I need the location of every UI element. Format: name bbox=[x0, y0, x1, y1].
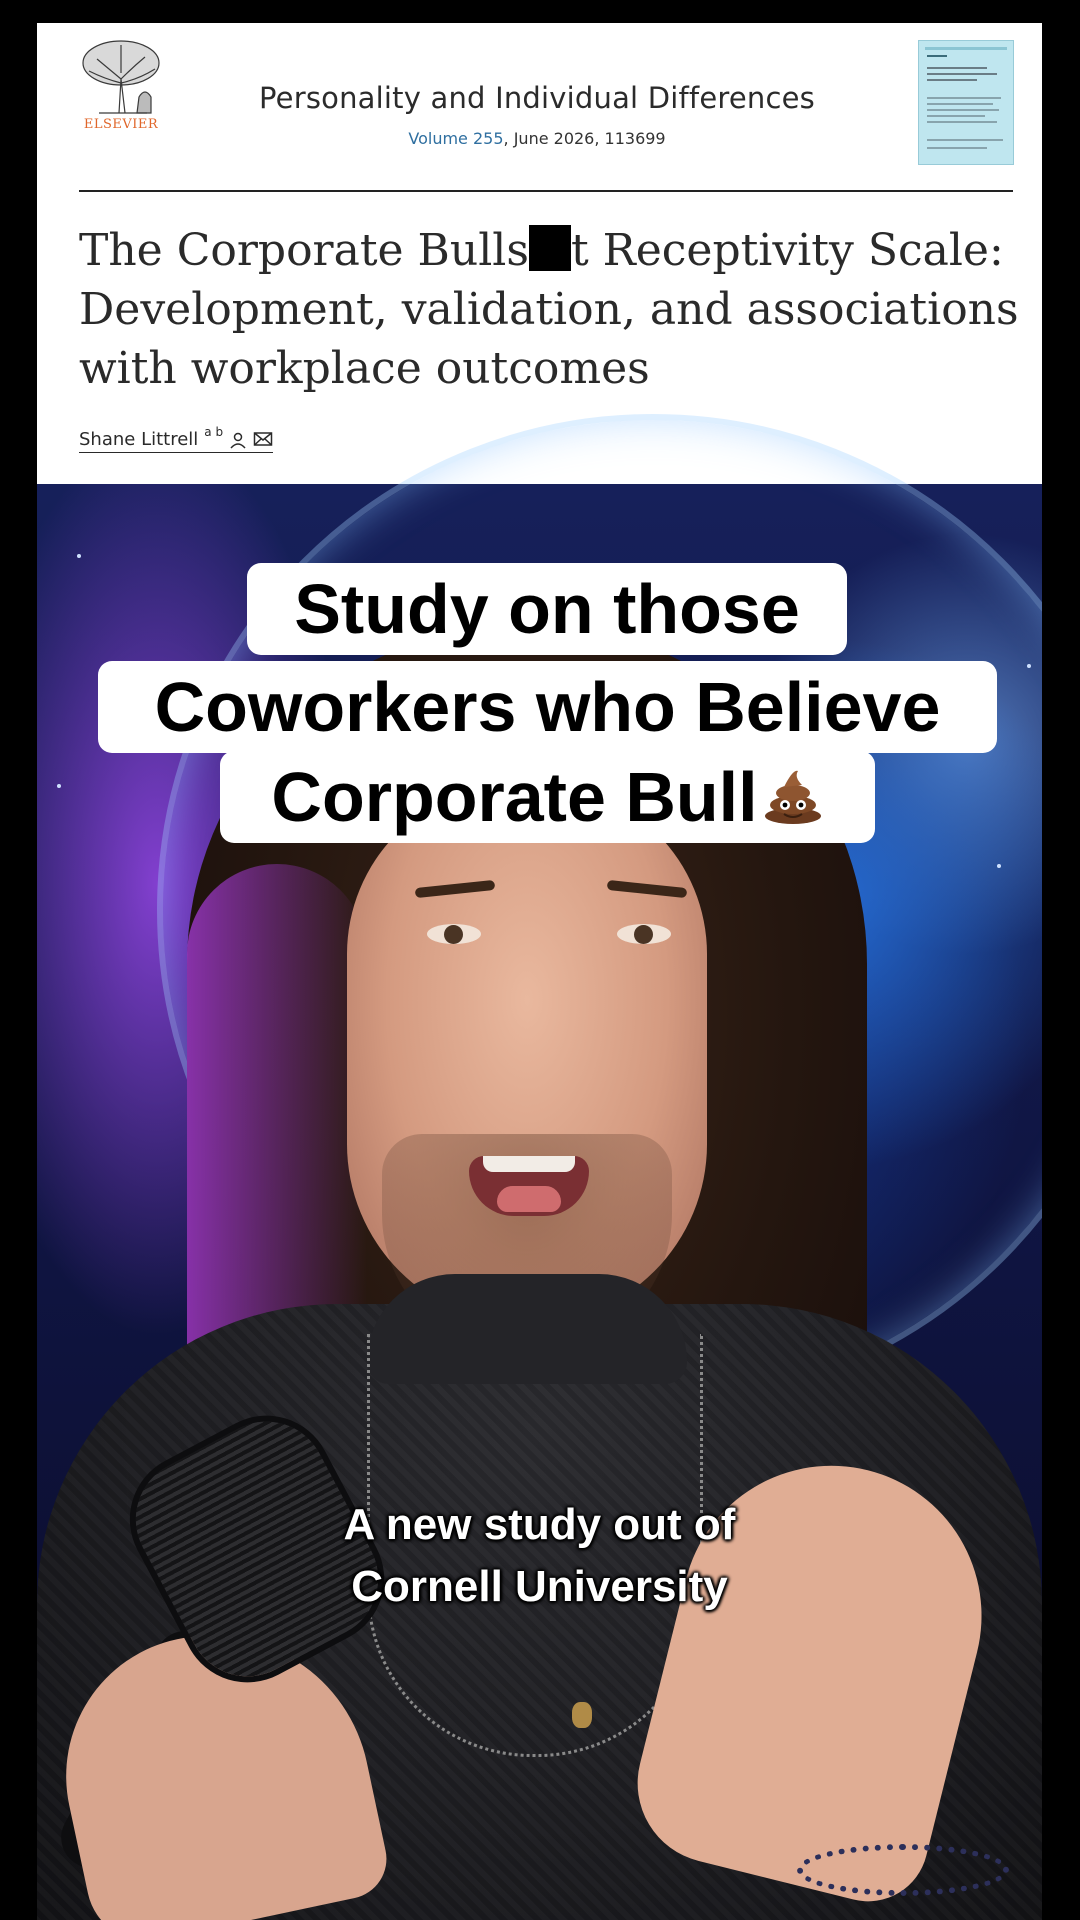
person-mouth bbox=[469, 1156, 589, 1216]
spoken-subtitle: A new study out of Cornell University bbox=[37, 1494, 1042, 1618]
subtitle-line-2: Cornell University bbox=[351, 1562, 728, 1611]
envelope-icon bbox=[253, 432, 273, 446]
journal-name: Personality and Individual Differences bbox=[259, 81, 815, 115]
person-icon bbox=[230, 432, 246, 449]
bead-bracelet bbox=[797, 1844, 1009, 1896]
caption-line-3-text: Corporate Bull bbox=[271, 758, 758, 836]
journal-meta: Volume 255, June 2026, 113699 bbox=[187, 129, 887, 148]
author-affiliations: a b bbox=[204, 425, 224, 439]
elsevier-tree-logo: ELSEVIER bbox=[79, 39, 163, 135]
journal-cover-thumbnail[interactable] bbox=[918, 40, 1014, 165]
caption-line-2: Coworkers who Believe bbox=[98, 661, 997, 753]
necklace-pendant bbox=[572, 1702, 592, 1728]
caption-line-1: Study on those bbox=[247, 563, 847, 655]
poop-emoji-icon bbox=[762, 755, 824, 824]
caption-line-3: Corporate Bull bbox=[220, 751, 875, 843]
author-link[interactable]: Shane Littrell a b bbox=[79, 425, 274, 453]
subtitle-line-1: A new study out of bbox=[343, 1500, 736, 1549]
issue-details: , June 2026, 113699 bbox=[503, 129, 666, 148]
header-divider bbox=[79, 190, 1013, 192]
article-header-card: ELSEVIER Personality and Individual Diff… bbox=[37, 23, 1042, 484]
volume-link[interactable]: Volume 255 bbox=[408, 129, 503, 148]
article-title-part1: The Corporate Bulls bbox=[79, 225, 529, 276]
article-title: The Corporate Bulls t Receptivity Scale: … bbox=[79, 221, 1019, 398]
elsevier-logo-text: ELSEVIER bbox=[83, 117, 159, 132]
author-name: Shane Littrell bbox=[79, 429, 199, 450]
redaction-block bbox=[528, 225, 571, 271]
video-frame: ELSEVIER Personality and Individual Diff… bbox=[37, 23, 1042, 1920]
